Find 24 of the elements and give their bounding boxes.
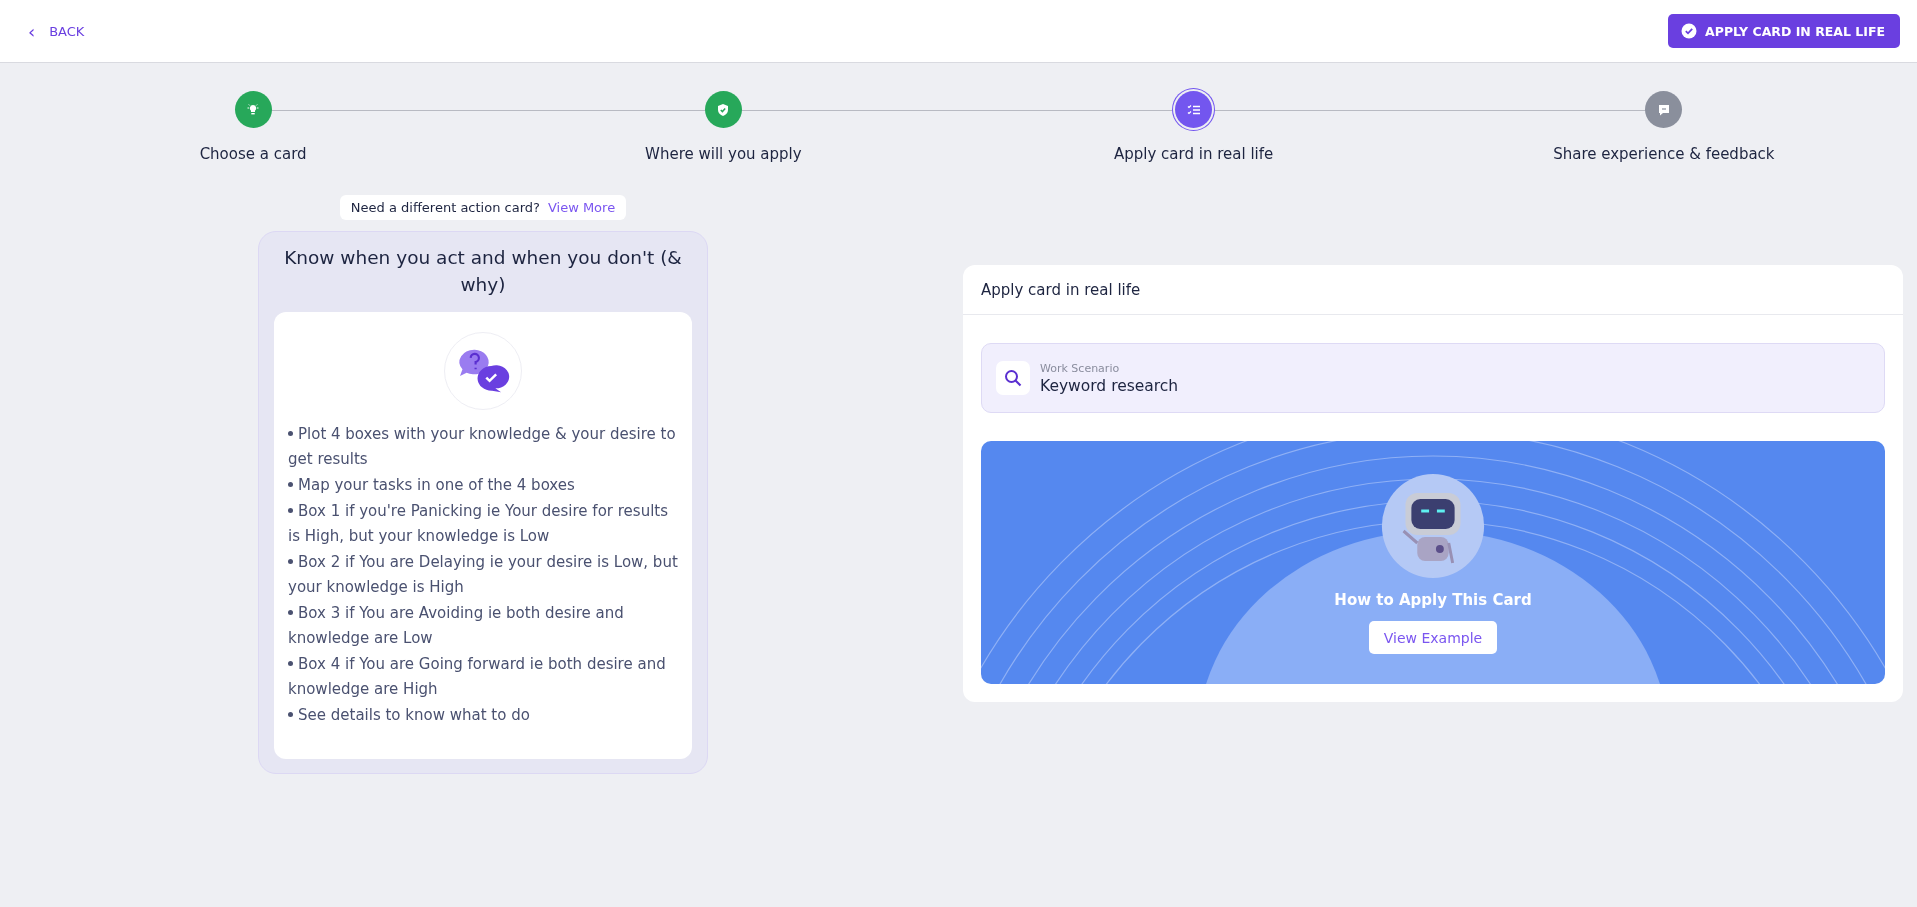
bullet-item: See details to know what to do bbox=[288, 703, 678, 728]
step-label: Share experience & feedback bbox=[1553, 145, 1775, 163]
search-icon bbox=[996, 361, 1030, 395]
back-link[interactable]: ‹ BACK bbox=[28, 20, 85, 42]
bullet-item: Map your tasks in one of the 4 boxes bbox=[288, 473, 678, 498]
check-circle-icon bbox=[1681, 23, 1698, 39]
banner-title: How to Apply This Card bbox=[1334, 591, 1532, 609]
step-label: Choose a card bbox=[199, 145, 307, 163]
view-more-link[interactable]: View More bbox=[547, 200, 616, 215]
step-label: Where will you apply bbox=[645, 145, 802, 163]
bullet-item: Plot 4 boxes with your knowledge & your desire to get results bbox=[288, 424, 677, 470]
bullet-item: Box 2 if You are Delaying ie your desire is Low, but your knowledge is High bbox=[288, 552, 678, 598]
view-example-button[interactable]: View Example bbox=[1368, 621, 1498, 654]
panel-title: Apply card in real life bbox=[963, 265, 1903, 315]
bullet-item: Box 4 if You are Going forward ie both desire and knowledge are High bbox=[288, 654, 667, 700]
bullet-item: Box 3 if You are Avoiding ie both desire and knowledge are Low bbox=[288, 603, 625, 649]
card-title: Know when you act and when you don't (& why) bbox=[283, 246, 683, 297]
step-label: Apply card in real life bbox=[1114, 145, 1274, 163]
field-value: Keyword research bbox=[1040, 376, 1179, 395]
field-label: Work Scenario bbox=[1040, 361, 1121, 375]
bullet-item: Box 1 if you're Panicking ie Your desire for results is High, but your knowledge is Low bbox=[288, 501, 669, 547]
chat-bubbles-icon bbox=[456, 348, 510, 394]
prompt-text: Need a different action card? bbox=[350, 200, 540, 215]
apply-card-button[interactable]: APPLY CARD IN REAL LIFE bbox=[1668, 14, 1900, 48]
